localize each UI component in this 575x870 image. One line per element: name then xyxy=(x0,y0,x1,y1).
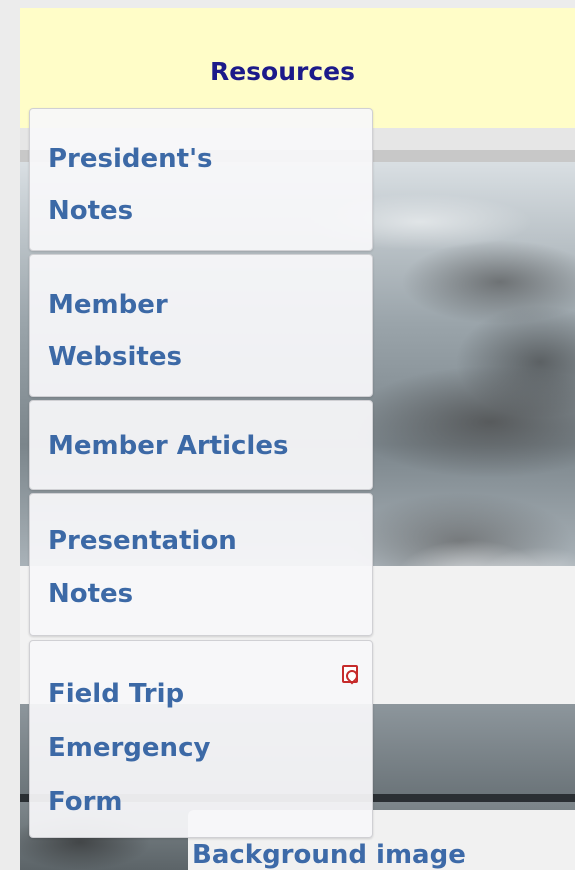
menu-item-label: Presentation xyxy=(48,526,237,556)
header-title[interactable]: Resources xyxy=(20,57,575,86)
menu-item-label: Websites xyxy=(48,342,182,372)
header-title-text: Resources xyxy=(209,57,356,86)
menu-item-label: President's xyxy=(48,144,213,174)
menu-item-label: Notes xyxy=(48,579,134,609)
menu-item-label: Form xyxy=(48,787,123,817)
pdf-icon xyxy=(342,665,358,683)
menu-item-field-trip-emergency-form[interactable]: Field Trip Emergency Form xyxy=(29,640,373,838)
menu-item-label: Notes xyxy=(48,196,134,226)
menu-item-label: Emergency xyxy=(48,733,211,763)
background-caption[interactable]: Background image xyxy=(192,840,466,870)
menu-item-member-articles[interactable]: Member Articles xyxy=(29,400,373,490)
top-strip xyxy=(20,0,575,8)
menu-item-presidents-notes[interactable]: President's Notes xyxy=(29,108,373,251)
menu-item-label: Member Articles xyxy=(48,431,289,461)
menu-item-member-websites[interactable]: Member Websites xyxy=(29,254,373,397)
menu-item-presentation-notes[interactable]: Presentation Notes xyxy=(29,493,373,636)
menu-item-label: Field Trip xyxy=(48,679,185,709)
menu-item-label: Member xyxy=(48,290,168,320)
